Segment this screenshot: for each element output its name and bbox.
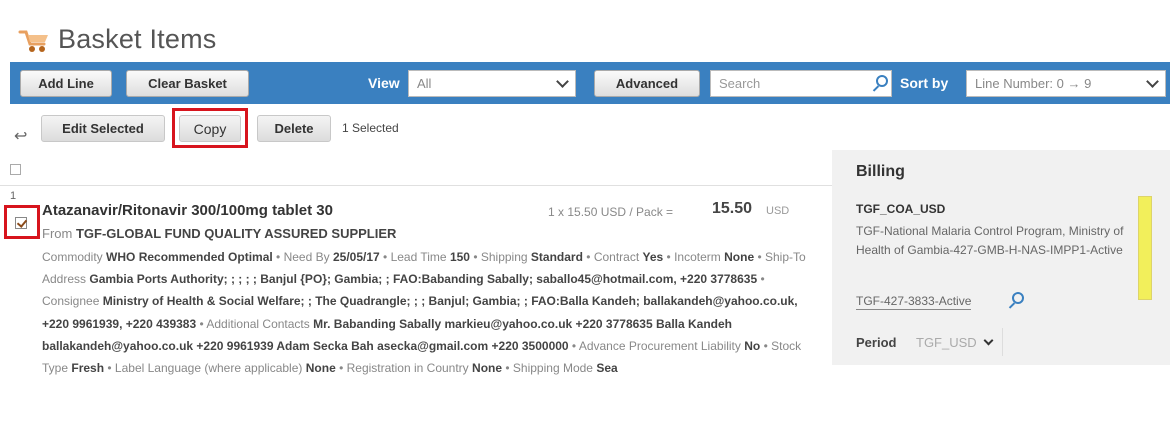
detail-label: Shipping Mode (512, 361, 593, 376)
status-marker (1138, 196, 1152, 300)
detail-label: Need By (283, 250, 330, 264)
item-name[interactable]: Atazanavir/Ritonavir 300/100mg tablet 30 (42, 202, 333, 219)
detail-label: Incoterm (674, 250, 721, 264)
detail-value: None (472, 361, 503, 376)
supplier-line: From TGF-GLOBAL FUND QUALITY ASSURED SUP… (42, 226, 396, 241)
billing-description: TGF-National Malaria Control Program, Mi… (856, 224, 1124, 257)
view-label: View (368, 75, 400, 91)
detail-label: Additional Contacts (206, 316, 310, 331)
advanced-button[interactable]: Advanced (594, 70, 700, 97)
detail-value: WHO Recommended Optimal (106, 250, 273, 264)
page-header: Basket Items (18, 24, 216, 55)
detail-label: Advance Procurement Liability (578, 338, 741, 353)
search-icon[interactable] (1012, 292, 1024, 304)
edit-selected-button[interactable]: Edit Selected (41, 115, 165, 142)
selected-count: 1 Selected (342, 121, 399, 135)
chevron-down-icon (556, 75, 569, 88)
back-arrow-icon[interactable]: ↩ (14, 126, 27, 146)
detail-label: Lead Time (390, 250, 447, 264)
sort-label: Sort by (900, 75, 949, 91)
detail-value: No (744, 338, 761, 353)
select-all-checkbox[interactable] (10, 164, 21, 175)
item-details: Commodity WHO Recommended Optimal • Need… (42, 250, 806, 376)
search-icon[interactable] (876, 75, 888, 87)
period-select-value: TGF_USD (916, 334, 977, 350)
detail-label: Contract (593, 250, 640, 264)
billing-panel: Billing TGF_COA_USD TGF-National Malaria… (832, 150, 1170, 365)
sort-select-value: Line Number: 0 → 9 (975, 76, 1092, 91)
supplier-name: TGF-GLOBAL FUND QUALITY ASSURED SUPPLIER (75, 226, 397, 241)
line-number: 1 (10, 190, 17, 202)
chevron-down-icon (983, 335, 994, 345)
detail-value: None (305, 361, 336, 376)
detail-label: Registration in Country (346, 361, 469, 376)
search-input[interactable]: Search (710, 70, 892, 97)
detail-value: 25/05/17 (332, 250, 380, 264)
clear-basket-button[interactable]: Clear Basket (126, 70, 249, 97)
detail-value: Fresh (71, 361, 105, 376)
price-total: 15.50 (712, 200, 753, 217)
period-label: Period (856, 335, 897, 350)
basket-icon (18, 26, 52, 54)
price-calculation: 1 x 15.50 USD / Pack = (548, 205, 674, 219)
detail-label: Consignee (42, 294, 100, 309)
billing-account-link[interactable]: TGF-427-3833-Active (856, 294, 972, 310)
detail-value: None (724, 250, 755, 264)
search-placeholder: Search (719, 76, 761, 91)
row-checkbox[interactable] (15, 217, 27, 229)
supplier-prefix: From (42, 226, 73, 241)
detail-value: Sea (596, 361, 618, 376)
detail-label: Shipping (480, 250, 528, 264)
price-currency: USD (766, 205, 790, 217)
copy-highlight (172, 108, 248, 148)
detail-label: Commodity (42, 250, 103, 264)
detail-value: Standard (530, 250, 583, 264)
page-title: Basket Items (58, 24, 217, 54)
billing-code: TGF_COA_USD (856, 202, 946, 216)
sort-select[interactable]: Line Number: 0 → 9 (966, 70, 1166, 97)
row-checkbox-highlight (4, 205, 40, 239)
detail-value: Gambia Ports Authority; ; ; ; ; Banjul {… (89, 272, 758, 287)
add-line-button[interactable]: Add Line (20, 70, 112, 97)
view-select-value: All (417, 76, 432, 91)
basket-toolbar: Add Line Clear Basket View All Advanced … (10, 62, 1170, 104)
detail-value: 150 (449, 250, 470, 264)
detail-value: Yes (642, 250, 664, 264)
period-select[interactable]: TGF_USD (910, 328, 1003, 356)
billing-title: Billing (856, 163, 905, 180)
chevron-down-icon (1146, 75, 1159, 88)
delete-button[interactable]: Delete (257, 115, 331, 142)
selection-actions-bar: ↩ Edit Selected Copy Delete 1 Selected (0, 108, 1170, 148)
detail-label: Label Language (where applicable) (114, 361, 303, 376)
view-select[interactable]: All (408, 70, 576, 97)
